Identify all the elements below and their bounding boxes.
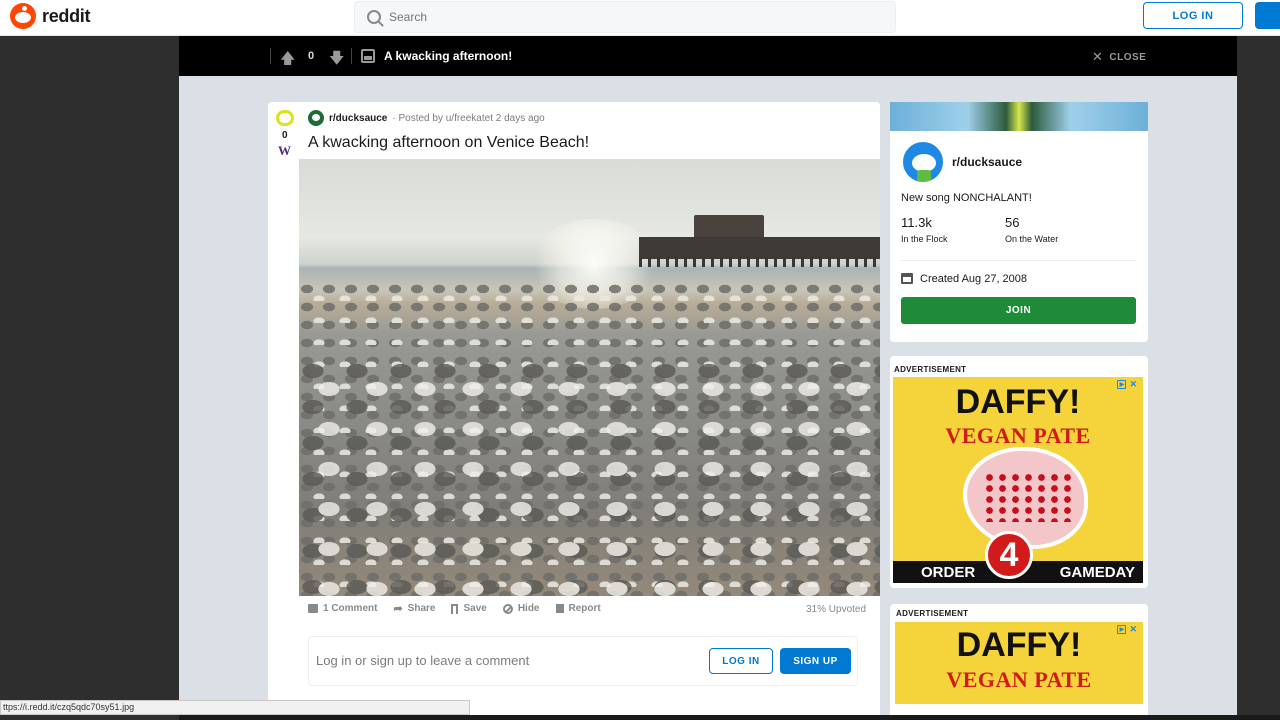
share-label: Share bbox=[407, 603, 436, 614]
close-button[interactable]: ✕ CLOSE bbox=[1092, 49, 1146, 65]
ad-label: ADVERTISEMENT bbox=[896, 609, 969, 618]
ad-image[interactable]: DAFFY! VEGAN PATE ▶ ✕ bbox=[895, 622, 1143, 704]
ad-choices[interactable]: ▶ ✕ bbox=[1115, 379, 1137, 390]
subreddit-icon[interactable] bbox=[308, 110, 324, 126]
ad-gameday-text: GAMEDAY bbox=[1059, 563, 1135, 581]
comments-button[interactable]: 1 Comment bbox=[308, 603, 377, 614]
post-meta: r/ducksauce · Posted by u/freekatet 2 da… bbox=[308, 110, 545, 126]
bar-score: 0 bbox=[308, 50, 315, 62]
adchoices-icon: ▶ bbox=[1117, 625, 1127, 634]
report-label: Report bbox=[568, 603, 601, 614]
bar-post-title: A kwacking afternoon! bbox=[384, 49, 513, 63]
online-count: 56 bbox=[1005, 215, 1020, 230]
upvoted-percent: 31% Upvoted bbox=[806, 604, 867, 615]
ad-choices[interactable]: ▶ ✕ bbox=[1115, 624, 1137, 635]
community-banner bbox=[890, 102, 1148, 131]
post-image[interactable] bbox=[299, 159, 880, 596]
hide-button[interactable]: Hide bbox=[502, 603, 540, 614]
members-label: In the Flock bbox=[901, 234, 948, 244]
community-avatar[interactable] bbox=[901, 140, 945, 184]
community-name[interactable]: r/ducksauce bbox=[952, 155, 1022, 169]
members-count: 11.3k bbox=[901, 215, 932, 230]
upvote-icon[interactable] bbox=[276, 110, 294, 126]
ad-close-icon[interactable]: ✕ bbox=[1129, 379, 1137, 390]
downvote-icon[interactable]: W bbox=[278, 143, 291, 159]
cake-icon bbox=[901, 273, 913, 284]
report-button[interactable]: Report bbox=[555, 603, 601, 614]
signup-button[interactable] bbox=[1255, 2, 1280, 29]
ad-label: ADVERTISEMENT bbox=[894, 365, 967, 374]
top-nav: reddit LOG IN bbox=[0, 0, 1280, 36]
search-icon bbox=[367, 10, 381, 24]
reddit-logo[interactable]: reddit bbox=[10, 3, 91, 29]
comment-login-button[interactable]: LOG IN bbox=[709, 648, 773, 674]
posted-by: · Posted by u/freekatet 2 days ago bbox=[392, 112, 545, 124]
ad-order-text: ORDER bbox=[921, 563, 976, 581]
search-box[interactable] bbox=[354, 1, 896, 33]
horizontal-scrollbar[interactable] bbox=[179, 715, 1280, 720]
close-label: CLOSE bbox=[1109, 51, 1147, 63]
ad-headline: DAFFY! bbox=[955, 383, 1081, 421]
image-ducks-near bbox=[299, 359, 880, 596]
browser-status-url: ttps://i.redd.it/czq5qdc70sy51.jpg bbox=[0, 700, 470, 715]
reddit-alien-icon bbox=[10, 3, 36, 29]
bar-divider bbox=[270, 48, 271, 64]
downvote-arrow-icon[interactable]: 🡇 bbox=[329, 48, 344, 73]
ad-badge: 4 bbox=[985, 531, 1033, 579]
comments-label: 1 Comment bbox=[323, 603, 378, 614]
image-pier-legs bbox=[639, 257, 880, 267]
post-title: A kwacking afternoon on Venice Beach! bbox=[308, 134, 590, 151]
ad-subheadline: VEGAN PATE bbox=[945, 423, 1091, 448]
image-post-icon bbox=[361, 49, 375, 63]
hide-label: Hide bbox=[517, 603, 540, 614]
comment-prompt-text: Log in or sign up to leave a comment bbox=[316, 653, 530, 668]
adchoices-icon: ▶ bbox=[1117, 380, 1127, 389]
bookmark-icon bbox=[451, 603, 459, 614]
divider bbox=[901, 260, 1136, 261]
bar-divider bbox=[351, 48, 352, 64]
comment-signup-button[interactable]: SIGN UP bbox=[780, 648, 851, 674]
upvote-arrow-icon[interactable]: 🡅 bbox=[280, 48, 295, 73]
post-actions: 1 Comment ➦ Share Save Hide Report bbox=[308, 602, 601, 615]
hide-icon bbox=[502, 603, 513, 614]
flag-icon bbox=[555, 604, 564, 613]
ad-image[interactable]: DAFFY! VEGAN PATE ORDER GAMEDAY 4 ▶ ✕ bbox=[893, 377, 1143, 583]
close-icon: ✕ bbox=[1092, 49, 1104, 64]
logo-text: reddit bbox=[42, 5, 91, 26]
share-icon: ➦ bbox=[393, 603, 403, 615]
vote-score: 0 bbox=[282, 130, 288, 141]
overlay-right[interactable] bbox=[1237, 36, 1280, 720]
subreddit-link[interactable]: r/ducksauce bbox=[329, 113, 387, 124]
community-description: New song NONCHALANT! bbox=[901, 192, 1032, 204]
image-pier bbox=[639, 237, 880, 259]
ad-subheadline: VEGAN PATE bbox=[946, 667, 1092, 692]
search-input[interactable] bbox=[389, 10, 869, 24]
created-date: Created Aug 27, 2008 bbox=[920, 273, 1028, 285]
ad-headline: DAFFY! bbox=[956, 626, 1082, 664]
login-button[interactable]: LOG IN bbox=[1143, 2, 1243, 29]
save-label: Save bbox=[463, 603, 487, 614]
overlay-left[interactable] bbox=[0, 36, 179, 720]
comment-icon bbox=[308, 604, 318, 613]
join-button[interactable]: JOIN bbox=[901, 297, 1136, 324]
share-button[interactable]: ➦ Share bbox=[393, 602, 435, 615]
save-button[interactable]: Save bbox=[451, 603, 487, 614]
ad-pomegranate-dots bbox=[983, 472, 1073, 522]
ad-close-icon[interactable]: ✕ bbox=[1129, 624, 1137, 635]
online-label: On the Water bbox=[1005, 234, 1059, 244]
